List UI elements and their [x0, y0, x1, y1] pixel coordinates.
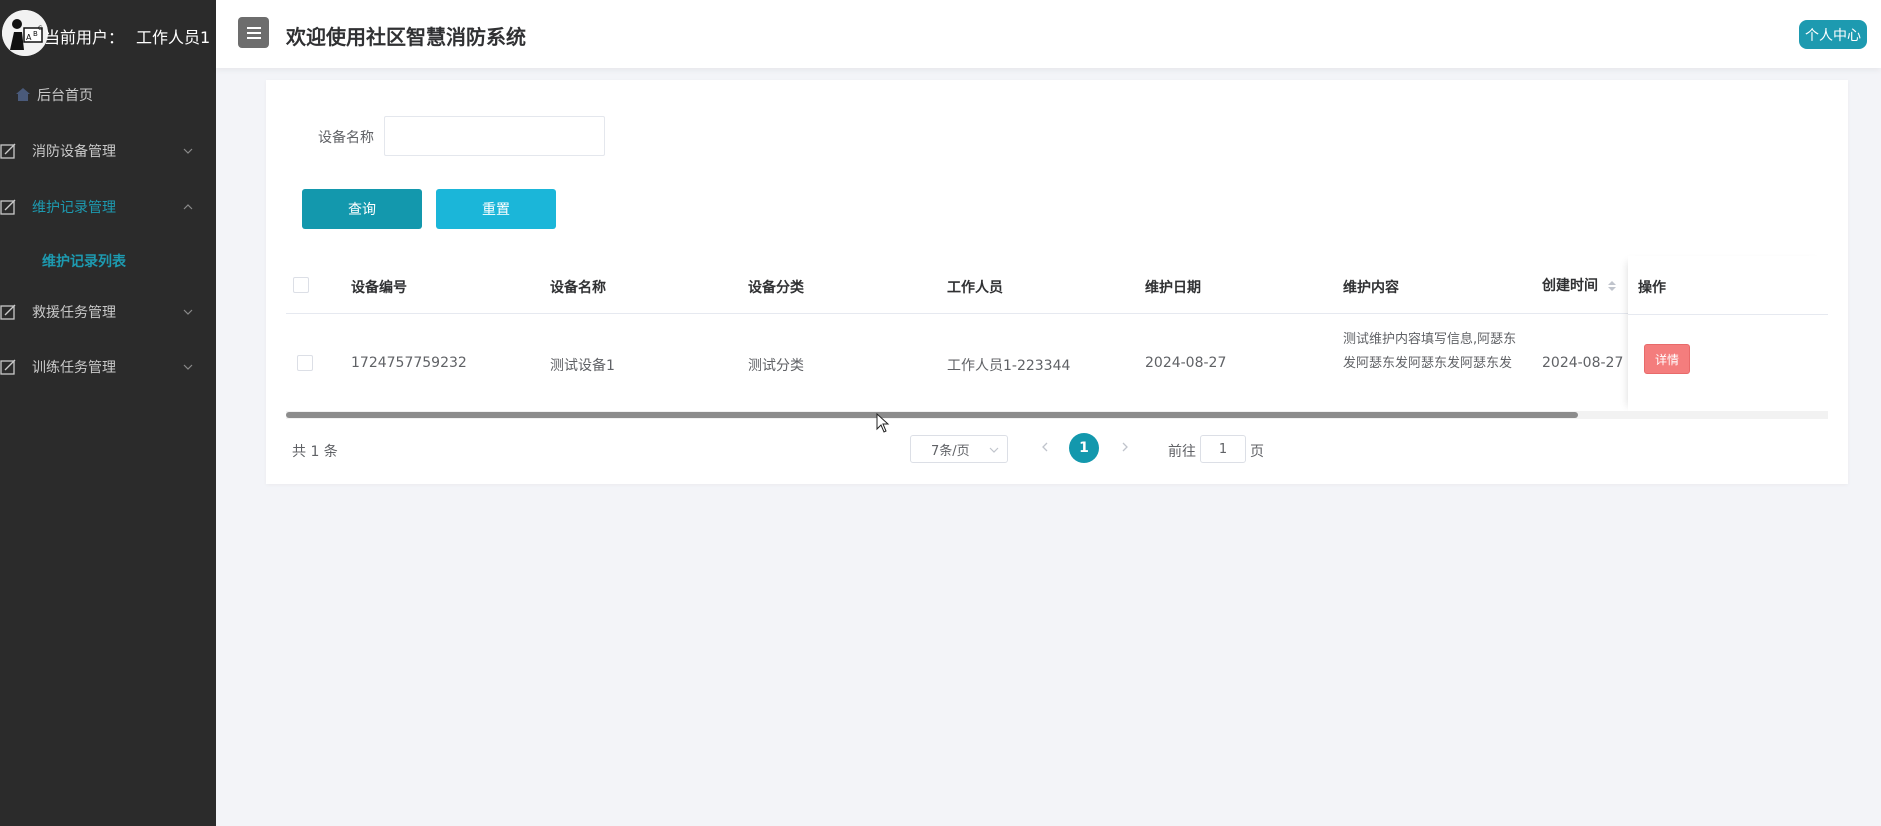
current-user-label: 当前用户：: [44, 28, 125, 47]
current-user-name: 工作人员1: [136, 28, 211, 47]
sidebar-item-maintenance-records[interactable]: 维护记录管理: [0, 187, 216, 227]
reset-button[interactable]: 重置: [436, 189, 556, 229]
goto-page-input[interactable]: [1200, 435, 1246, 463]
device-name-label: 设备名称: [318, 130, 374, 146]
personal-center-button[interactable]: 个人中心: [1799, 20, 1867, 49]
menu-toggle-button[interactable]: [238, 17, 269, 48]
detail-button[interactable]: 详情: [1644, 344, 1690, 374]
content-card: 设备名称 查询 重置 设备编号 设备名称 设备分类 工作人员 维护日期 维护内容…: [266, 80, 1848, 484]
column-header-created[interactable]: 创建时间: [1542, 275, 1617, 295]
chevron-up-icon: [183, 204, 193, 210]
sort-icon[interactable]: [1607, 279, 1617, 293]
svg-text:A: A: [26, 33, 32, 42]
sidebar-item-label: 消防设备管理: [32, 144, 116, 160]
sidebar-item-label: 训练任务管理: [32, 360, 116, 376]
chevron-down-icon: [183, 148, 193, 154]
sidebar-item-fire-equipment[interactable]: 消防设备管理: [0, 131, 216, 171]
total-count: 共 1 条: [292, 444, 338, 460]
hamburger-icon: [246, 26, 261, 39]
cell-content: 测试维护内容填写信息,阿瑟东发阿瑟东发阿瑟东发阿瑟东发: [1343, 332, 1517, 371]
chevron-down-icon: [183, 364, 193, 370]
current-user: 当前用户： 工作人员1: [44, 24, 210, 48]
submenu-item-maintenance-list[interactable]: 维护记录列表: [42, 251, 126, 271]
cell-device-name: 测试设备1: [550, 358, 615, 374]
sidebar-header: A B C 当前用户： 工作人员1: [0, 0, 216, 68]
column-header-device-name[interactable]: 设备名称: [550, 277, 606, 297]
edit-icon: [0, 304, 16, 320]
sidebar-item-label: 救援任务管理: [32, 305, 116, 321]
page-title: 欢迎使用社区智慧消防系统: [286, 25, 526, 49]
table-row: 1724757759232 测试设备1 测试分类 工作人员1-223344 20…: [286, 314, 1828, 412]
current-page-button[interactable]: 1: [1069, 433, 1099, 463]
page-size-select[interactable]: 7条/页: [910, 435, 1008, 463]
divider: [1628, 314, 1828, 315]
column-header-content[interactable]: 维护内容: [1343, 277, 1399, 297]
edit-icon: [0, 359, 16, 375]
prev-page-icon[interactable]: [1038, 440, 1052, 454]
top-header: 欢迎使用社区智慧消防系统 个人中心: [216, 0, 1881, 68]
column-header-maint-date[interactable]: 维护日期: [1145, 277, 1201, 297]
column-header-device-no[interactable]: 设备编号: [351, 277, 407, 297]
cell-category: 测试分类: [748, 358, 804, 374]
table-header: 设备编号 设备名称 设备分类 工作人员 维护日期 维护内容 创建时间: [286, 256, 1828, 314]
avatar: A B C: [2, 10, 48, 56]
query-button[interactable]: 查询: [302, 189, 422, 229]
scrollbar-thumb[interactable]: [286, 412, 1578, 418]
avatar-figure-icon: A B C: [2, 10, 48, 56]
column-header-worker[interactable]: 工作人员: [947, 277, 1003, 297]
sidebar-item-training-tasks[interactable]: 训练任务管理: [0, 347, 216, 387]
edit-icon: [0, 199, 16, 215]
mouse-cursor-icon: [876, 413, 890, 433]
cell-created: 2024-08-27 1: [1542, 355, 1637, 371]
sidebar-item-label: 维护记录管理: [32, 200, 116, 216]
page-suffix: 页: [1250, 444, 1264, 460]
edit-icon: [0, 143, 16, 159]
cell-worker: 工作人员1-223344: [947, 358, 1071, 374]
sidebar: A B C 当前用户： 工作人员1 后台首页 消防设备管理 维护记录管理 维护记…: [0, 0, 216, 826]
select-all-checkbox[interactable]: [293, 277, 309, 293]
column-header-created-label: 创建时间: [1542, 278, 1598, 294]
chevron-down-icon: [183, 309, 193, 315]
cell-maint-date: 2024-08-27: [1145, 355, 1227, 371]
home-icon: [16, 88, 30, 101]
operations-column: 操作 详情: [1628, 256, 1828, 412]
sidebar-item-dashboard[interactable]: 后台首页: [0, 75, 216, 115]
device-name-input[interactable]: [384, 116, 605, 156]
chevron-down-icon: [989, 447, 999, 453]
sidebar-item-label: 后台首页: [37, 88, 93, 104]
horizontal-scrollbar[interactable]: [286, 411, 1828, 419]
cell-device-no: 1724757759232: [351, 355, 467, 371]
svg-text:C: C: [38, 25, 42, 32]
row-checkbox[interactable]: [297, 355, 313, 371]
column-header-operations: 操作: [1638, 280, 1666, 296]
next-page-icon[interactable]: [1118, 440, 1132, 454]
column-header-category[interactable]: 设备分类: [748, 277, 804, 297]
page-size-value: 7条/页: [931, 443, 970, 459]
goto-label: 前往: [1168, 444, 1196, 460]
sidebar-item-rescue-tasks[interactable]: 救援任务管理: [0, 292, 216, 332]
